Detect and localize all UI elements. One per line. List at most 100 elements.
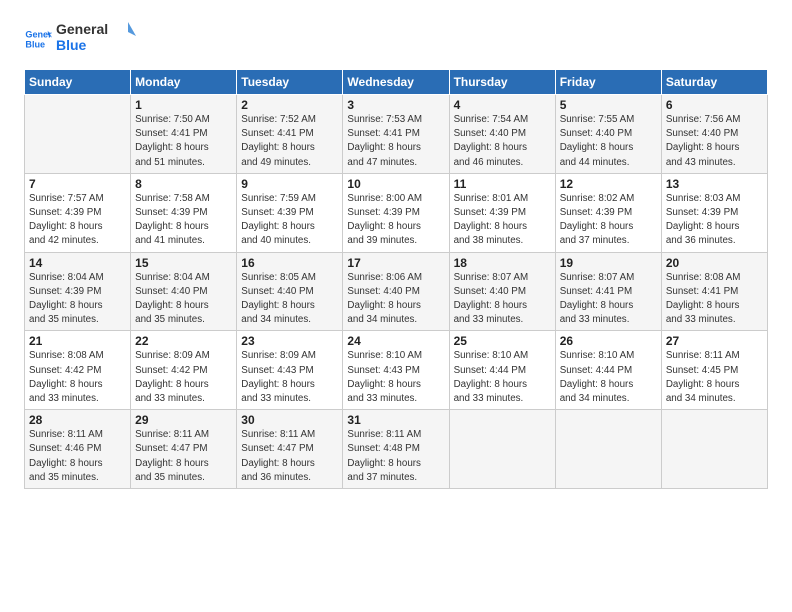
week-row-5: 28Sunrise: 8:11 AMSunset: 4:46 PMDayligh… bbox=[25, 410, 768, 489]
day-info: Sunrise: 8:05 AMSunset: 4:40 PMDaylight:… bbox=[241, 271, 338, 328]
day-info: Sunrise: 7:59 AMSunset: 4:39 PMDaylight:… bbox=[241, 192, 338, 249]
day-info: Sunrise: 8:04 AMSunset: 4:40 PMDaylight:… bbox=[135, 271, 232, 328]
day-info: Sunrise: 8:02 AMSunset: 4:39 PMDaylight:… bbox=[560, 192, 657, 249]
day-number: 29 bbox=[135, 413, 232, 427]
day-number: 31 bbox=[347, 413, 444, 427]
day-number: 22 bbox=[135, 334, 232, 348]
calendar-cell: 7Sunrise: 7:57 AMSunset: 4:39 PMDaylight… bbox=[25, 173, 131, 252]
calendar-cell: 24Sunrise: 8:10 AMSunset: 4:43 PMDayligh… bbox=[343, 331, 449, 410]
week-row-4: 21Sunrise: 8:08 AMSunset: 4:42 PMDayligh… bbox=[25, 331, 768, 410]
logo-text: General Blue bbox=[56, 18, 136, 59]
calendar-cell: 16Sunrise: 8:05 AMSunset: 4:40 PMDayligh… bbox=[237, 252, 343, 331]
day-info: Sunrise: 7:57 AMSunset: 4:39 PMDaylight:… bbox=[29, 192, 126, 249]
day-info: Sunrise: 7:54 AMSunset: 4:40 PMDaylight:… bbox=[454, 113, 551, 170]
calendar-cell bbox=[449, 410, 555, 489]
calendar-page: General Blue General Blue SundayMondayTu… bbox=[0, 0, 792, 612]
weekday-header-row: SundayMondayTuesdayWednesdayThursdayFrid… bbox=[25, 70, 768, 95]
calendar-cell: 2Sunrise: 7:52 AMSunset: 4:41 PMDaylight… bbox=[237, 95, 343, 174]
week-row-1: 1Sunrise: 7:50 AMSunset: 4:41 PMDaylight… bbox=[25, 95, 768, 174]
day-info: Sunrise: 7:58 AMSunset: 4:39 PMDaylight:… bbox=[135, 192, 232, 249]
day-info: Sunrise: 8:08 AMSunset: 4:42 PMDaylight:… bbox=[29, 349, 126, 406]
day-number: 25 bbox=[454, 334, 551, 348]
calendar-cell: 27Sunrise: 8:11 AMSunset: 4:45 PMDayligh… bbox=[661, 331, 767, 410]
header: General Blue General Blue bbox=[24, 18, 768, 59]
day-info: Sunrise: 8:04 AMSunset: 4:39 PMDaylight:… bbox=[29, 271, 126, 328]
day-number: 5 bbox=[560, 98, 657, 112]
calendar-cell bbox=[555, 410, 661, 489]
logo: General Blue General Blue bbox=[24, 18, 136, 59]
weekday-monday: Monday bbox=[131, 70, 237, 95]
day-info: Sunrise: 8:01 AMSunset: 4:39 PMDaylight:… bbox=[454, 192, 551, 249]
calendar-cell: 5Sunrise: 7:55 AMSunset: 4:40 PMDaylight… bbox=[555, 95, 661, 174]
calendar-cell: 12Sunrise: 8:02 AMSunset: 4:39 PMDayligh… bbox=[555, 173, 661, 252]
calendar-cell: 19Sunrise: 8:07 AMSunset: 4:41 PMDayligh… bbox=[555, 252, 661, 331]
weekday-saturday: Saturday bbox=[661, 70, 767, 95]
calendar-cell: 10Sunrise: 8:00 AMSunset: 4:39 PMDayligh… bbox=[343, 173, 449, 252]
calendar-cell: 13Sunrise: 8:03 AMSunset: 4:39 PMDayligh… bbox=[661, 173, 767, 252]
svg-text:General: General bbox=[56, 21, 108, 37]
calendar-cell: 29Sunrise: 8:11 AMSunset: 4:47 PMDayligh… bbox=[131, 410, 237, 489]
day-info: Sunrise: 8:07 AMSunset: 4:41 PMDaylight:… bbox=[560, 271, 657, 328]
calendar-cell: 9Sunrise: 7:59 AMSunset: 4:39 PMDaylight… bbox=[237, 173, 343, 252]
day-info: Sunrise: 7:55 AMSunset: 4:40 PMDaylight:… bbox=[560, 113, 657, 170]
day-number: 24 bbox=[347, 334, 444, 348]
day-number: 23 bbox=[241, 334, 338, 348]
weekday-wednesday: Wednesday bbox=[343, 70, 449, 95]
day-info: Sunrise: 8:11 AMSunset: 4:45 PMDaylight:… bbox=[666, 349, 763, 406]
day-info: Sunrise: 8:11 AMSunset: 4:46 PMDaylight:… bbox=[29, 428, 126, 485]
day-info: Sunrise: 8:03 AMSunset: 4:39 PMDaylight:… bbox=[666, 192, 763, 249]
day-number: 9 bbox=[241, 177, 338, 191]
day-info: Sunrise: 7:53 AMSunset: 4:41 PMDaylight:… bbox=[347, 113, 444, 170]
day-number: 30 bbox=[241, 413, 338, 427]
day-number: 11 bbox=[454, 177, 551, 191]
day-number: 7 bbox=[29, 177, 126, 191]
calendar-cell: 14Sunrise: 8:04 AMSunset: 4:39 PMDayligh… bbox=[25, 252, 131, 331]
day-info: Sunrise: 8:11 AMSunset: 4:47 PMDaylight:… bbox=[241, 428, 338, 485]
day-number: 17 bbox=[347, 256, 444, 270]
calendar-cell: 17Sunrise: 8:06 AMSunset: 4:40 PMDayligh… bbox=[343, 252, 449, 331]
day-number: 4 bbox=[454, 98, 551, 112]
weekday-thursday: Thursday bbox=[449, 70, 555, 95]
weekday-sunday: Sunday bbox=[25, 70, 131, 95]
calendar-cell: 15Sunrise: 8:04 AMSunset: 4:40 PMDayligh… bbox=[131, 252, 237, 331]
calendar-cell: 26Sunrise: 8:10 AMSunset: 4:44 PMDayligh… bbox=[555, 331, 661, 410]
day-info: Sunrise: 8:09 AMSunset: 4:42 PMDaylight:… bbox=[135, 349, 232, 406]
calendar-cell bbox=[25, 95, 131, 174]
calendar-cell: 28Sunrise: 8:11 AMSunset: 4:46 PMDayligh… bbox=[25, 410, 131, 489]
day-number: 18 bbox=[454, 256, 551, 270]
day-number: 19 bbox=[560, 256, 657, 270]
day-number: 6 bbox=[666, 98, 763, 112]
day-info: Sunrise: 8:11 AMSunset: 4:47 PMDaylight:… bbox=[135, 428, 232, 485]
day-info: Sunrise: 8:08 AMSunset: 4:41 PMDaylight:… bbox=[666, 271, 763, 328]
day-info: Sunrise: 7:52 AMSunset: 4:41 PMDaylight:… bbox=[241, 113, 338, 170]
weekday-friday: Friday bbox=[555, 70, 661, 95]
week-row-3: 14Sunrise: 8:04 AMSunset: 4:39 PMDayligh… bbox=[25, 252, 768, 331]
weekday-tuesday: Tuesday bbox=[237, 70, 343, 95]
day-info: Sunrise: 8:11 AMSunset: 4:48 PMDaylight:… bbox=[347, 428, 444, 485]
calendar-cell: 20Sunrise: 8:08 AMSunset: 4:41 PMDayligh… bbox=[661, 252, 767, 331]
calendar-cell bbox=[661, 410, 767, 489]
calendar-cell: 6Sunrise: 7:56 AMSunset: 4:40 PMDaylight… bbox=[661, 95, 767, 174]
day-number: 21 bbox=[29, 334, 126, 348]
day-info: Sunrise: 8:10 AMSunset: 4:44 PMDaylight:… bbox=[454, 349, 551, 406]
calendar-cell: 30Sunrise: 8:11 AMSunset: 4:47 PMDayligh… bbox=[237, 410, 343, 489]
day-info: Sunrise: 8:00 AMSunset: 4:39 PMDaylight:… bbox=[347, 192, 444, 249]
calendar-cell: 23Sunrise: 8:09 AMSunset: 4:43 PMDayligh… bbox=[237, 331, 343, 410]
day-info: Sunrise: 8:10 AMSunset: 4:43 PMDaylight:… bbox=[347, 349, 444, 406]
day-info: Sunrise: 7:56 AMSunset: 4:40 PMDaylight:… bbox=[666, 113, 763, 170]
day-number: 3 bbox=[347, 98, 444, 112]
day-number: 10 bbox=[347, 177, 444, 191]
calendar-cell: 4Sunrise: 7:54 AMSunset: 4:40 PMDaylight… bbox=[449, 95, 555, 174]
calendar-cell: 1Sunrise: 7:50 AMSunset: 4:41 PMDaylight… bbox=[131, 95, 237, 174]
calendar-cell: 11Sunrise: 8:01 AMSunset: 4:39 PMDayligh… bbox=[449, 173, 555, 252]
day-info: Sunrise: 8:09 AMSunset: 4:43 PMDaylight:… bbox=[241, 349, 338, 406]
logo-icon: General Blue bbox=[24, 25, 52, 53]
calendar-cell: 25Sunrise: 8:10 AMSunset: 4:44 PMDayligh… bbox=[449, 331, 555, 410]
calendar-cell: 3Sunrise: 7:53 AMSunset: 4:41 PMDaylight… bbox=[343, 95, 449, 174]
svg-text:Blue: Blue bbox=[25, 39, 45, 49]
day-number: 14 bbox=[29, 256, 126, 270]
day-number: 15 bbox=[135, 256, 232, 270]
calendar-cell: 21Sunrise: 8:08 AMSunset: 4:42 PMDayligh… bbox=[25, 331, 131, 410]
day-info: Sunrise: 7:50 AMSunset: 4:41 PMDaylight:… bbox=[135, 113, 232, 170]
day-number: 1 bbox=[135, 98, 232, 112]
